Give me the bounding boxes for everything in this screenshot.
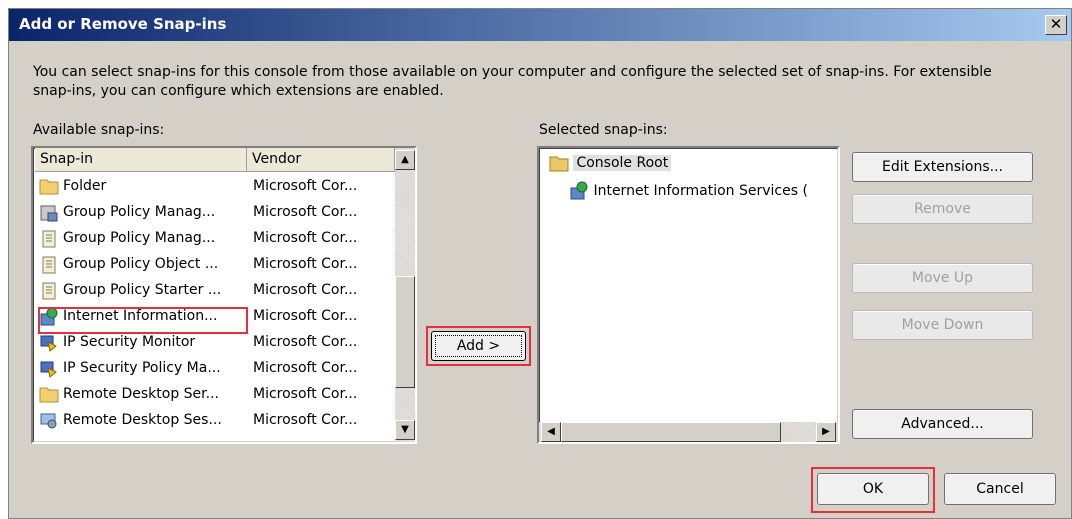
column-header-vendor[interactable]: Vendor: [247, 148, 395, 172]
scroll-right-button[interactable]: ▶: [816, 422, 836, 442]
scroll-left-button[interactable]: ◀: [541, 422, 561, 442]
snapin-name: Group Policy Object ...: [63, 256, 219, 272]
list-item[interactable]: Remote Desktop Ser... Microsoft Cor...: [33, 382, 395, 408]
folder-icon: [39, 385, 59, 405]
snapin-name: IP Security Policy Ma...: [63, 360, 221, 376]
list-item[interactable]: Group Policy Object ... Microsoft Cor...: [33, 252, 395, 278]
move-down-button[interactable]: Move Down: [852, 310, 1033, 340]
column-header-snapin[interactable]: Snap-in: [35, 148, 247, 172]
cancel-button[interactable]: Cancel: [944, 473, 1056, 505]
snapin-vendor: Microsoft Cor...: [253, 386, 358, 402]
list-item[interactable]: Remote Desktop Ses... Microsoft Cor...: [33, 408, 395, 434]
close-button[interactable]: ✕: [1045, 15, 1067, 35]
snapin-name: IP Security Monitor: [63, 334, 196, 350]
add-button[interactable]: Add >: [431, 331, 526, 361]
snapin-vendor: Microsoft Cor...: [253, 308, 358, 324]
title-bar: Add or Remove Snap-ins ✕: [9, 9, 1071, 41]
available-snapins-label: Available snap-ins:: [33, 122, 165, 138]
snapin-vendor: Microsoft Cor...: [253, 334, 358, 350]
snapin-name: Remote Desktop Ser...: [63, 386, 219, 402]
snapin-vendor: Microsoft Cor...: [253, 204, 358, 220]
ok-button[interactable]: OK: [817, 473, 929, 505]
snapin-vendor: Microsoft Cor...: [253, 178, 358, 194]
snapin-name: Group Policy Manag...: [63, 230, 216, 246]
snapin-vendor: Microsoft Cor...: [253, 360, 358, 376]
selected-horizontal-scrollbar[interactable]: ◀ ▶: [539, 422, 838, 442]
snapin-name: Group Policy Starter ...: [63, 282, 222, 298]
iis-row-highlight: [38, 307, 248, 334]
add-remove-snapins-dialog: Add or Remove Snap-ins ✕ You can select …: [8, 8, 1072, 519]
scroll-down-button[interactable]: ▼: [395, 420, 415, 440]
remote-desktop-icon: [39, 411, 59, 431]
snapin-vendor: Microsoft Cor...: [253, 230, 358, 246]
folder-icon: [549, 156, 569, 172]
list-item[interactable]: Folder Microsoft Cor...: [33, 174, 395, 200]
edit-extensions-button[interactable]: Edit Extensions...: [852, 152, 1033, 182]
snapin-vendor: Microsoft Cor...: [253, 412, 358, 428]
tree-item-iis[interactable]: Internet Information Services (: [569, 181, 808, 201]
selected-snapins-tree[interactable]: Console Root Internet Information Servic…: [537, 146, 840, 444]
iis-icon: [570, 181, 588, 200]
list-item[interactable]: Group Policy Manag... Microsoft Cor...: [33, 200, 395, 226]
selected-snapins-label: Selected snap-ins:: [539, 122, 668, 138]
snapin-name: Remote Desktop Ses...: [63, 412, 222, 428]
scroll-up-button[interactable]: ▲: [395, 150, 415, 170]
advanced-button[interactable]: Advanced...: [852, 409, 1033, 439]
description-text: You can select snap-ins for this console…: [33, 64, 992, 99]
list-item[interactable]: Group Policy Manag... Microsoft Cor...: [33, 226, 395, 252]
ip-security-icon: [39, 333, 59, 353]
tree-item-console-root[interactable]: Console Root: [549, 154, 672, 172]
move-up-button[interactable]: Move Up: [852, 263, 1033, 293]
list-item[interactable]: IP Security Policy Ma... Microsoft Cor...: [33, 356, 395, 382]
window-title: Add or Remove Snap-ins: [19, 15, 227, 33]
gpo-scroll-icon: [39, 281, 59, 301]
ip-security-icon: [39, 359, 59, 379]
gpo-management-icon: [39, 203, 59, 223]
snapin-name: Group Policy Manag...: [63, 204, 216, 220]
available-snapins-list[interactable]: Snap-in Vendor Folder Microsoft Cor... Gro…: [31, 146, 417, 444]
remove-button[interactable]: Remove: [852, 194, 1033, 224]
snapin-name: Folder: [63, 178, 107, 194]
gpo-scroll-icon: [39, 229, 59, 249]
iis-tree-label: Internet Information Services (: [593, 183, 808, 199]
gpo-scroll-icon: [39, 255, 59, 275]
available-vertical-scrollbar[interactable]: ▲ ▼: [395, 148, 415, 442]
snapin-vendor: Microsoft Cor...: [253, 282, 358, 298]
console-root-label: Console Root: [573, 155, 672, 171]
list-item[interactable]: Group Policy Starter ... Microsoft Cor...: [33, 278, 395, 304]
h-scroll-thumb[interactable]: [561, 422, 781, 442]
snapin-vendor: Microsoft Cor...: [253, 256, 358, 272]
folder-icon: [39, 177, 59, 197]
scroll-thumb[interactable]: [395, 276, 415, 388]
